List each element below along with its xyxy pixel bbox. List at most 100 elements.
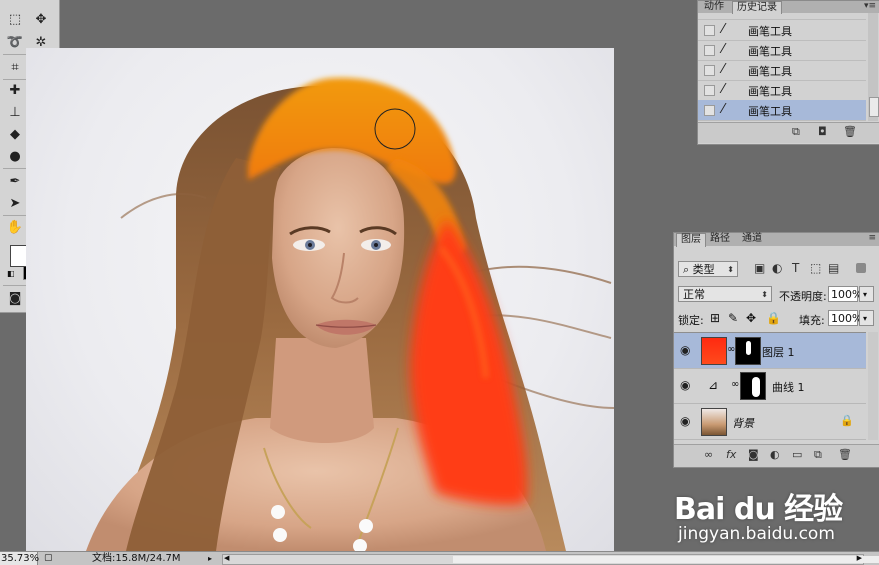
fill-chevron-down-icon[interactable]: ▾ xyxy=(859,310,874,326)
brush-icon: ⁄ xyxy=(722,22,725,37)
search-icon: ⌕ xyxy=(683,263,693,276)
lock-pixels-icon[interactable]: ✎ xyxy=(728,311,738,325)
pixel-filter-icon[interactable]: ▣ xyxy=(754,261,765,275)
add-mask-icon[interactable]: ◙ xyxy=(748,448,759,461)
brush-icon: ⁄ xyxy=(722,102,725,117)
pen-tool-icon[interactable]: ✒ xyxy=(4,172,26,191)
history-row-selected[interactable]: ⁄ 画笔工具 xyxy=(698,100,866,121)
filter-toggle[interactable] xyxy=(856,263,866,273)
new-layer-icon[interactable]: ⧉ xyxy=(814,448,822,462)
hand-tool-icon[interactable]: ✋ xyxy=(4,218,26,237)
trash-icon[interactable]: 🗑 xyxy=(843,125,857,138)
horizontal-scroll-thumb[interactable] xyxy=(453,556,879,563)
scroll-right-arrow-icon[interactable]: ▶ xyxy=(857,554,862,562)
history-scroll-thumb[interactable] xyxy=(869,97,879,117)
eye-icon[interactable]: ◉ xyxy=(680,414,690,428)
adjustment-filter-icon[interactable]: ◐ xyxy=(772,261,782,275)
fx-icon[interactable]: fx xyxy=(726,448,736,461)
lock-label: 锁定: xyxy=(678,314,704,327)
snapshot-icon[interactable]: ◘ xyxy=(818,125,827,138)
history-row[interactable]: ⁄ 画笔工具 xyxy=(698,20,866,41)
fill-field[interactable]: 100% xyxy=(828,310,862,326)
document-canvas[interactable] xyxy=(26,48,614,551)
lock-position-icon[interactable]: ✥ xyxy=(746,311,756,325)
link-icon[interactable]: ∞ xyxy=(731,379,739,390)
trash-icon[interactable]: 🗑 xyxy=(838,448,852,461)
quick-mask-icon[interactable]: ◙ xyxy=(4,289,26,308)
blur-tool-icon[interactable]: ● xyxy=(4,147,26,166)
blend-mode-dropdown[interactable]: 正常 ⬍ xyxy=(678,286,772,302)
new-document-from-state-icon[interactable]: ⧉ xyxy=(792,125,800,139)
chevron-down-icon: ⬍ xyxy=(761,290,768,299)
layer-row-layer-1[interactable]: ◉ ∞ 图层 1 xyxy=(674,332,866,369)
crop-tool-icon[interactable]: ⌗ xyxy=(4,58,26,77)
status-menu-arrow-icon[interactable]: ▸ xyxy=(208,552,212,565)
status-bar: 35.73% ▢ 文档:15.8M/24.7M ▸ ◀ ▶ xyxy=(0,551,879,565)
panel-menu-icon[interactable]: ≡ xyxy=(868,233,876,243)
zoom-level-field[interactable]: 35.73% xyxy=(0,552,39,565)
history-row[interactable]: ⁄ 画笔工具 xyxy=(698,80,866,101)
layer-mask-thumbnail[interactable] xyxy=(740,372,766,400)
shape-filter-icon[interactable]: ⬚ xyxy=(810,261,821,275)
history-label: 画笔工具 xyxy=(748,25,792,38)
scroll-left-arrow-icon[interactable]: ◀ xyxy=(224,554,229,562)
layer-name: 图层 1 xyxy=(762,346,795,359)
history-source-checkbox[interactable] xyxy=(704,65,715,76)
opacity-chevron-down-icon[interactable]: ▾ xyxy=(859,286,874,302)
layer-filter-label: 类型 xyxy=(692,263,715,276)
tab-channels[interactable]: 通道 xyxy=(738,233,766,245)
blend-mode-value: 正常 xyxy=(683,288,705,301)
eraser-tool-icon[interactable]: ◆ xyxy=(4,125,26,144)
layer-mask-thumbnail[interactable] xyxy=(735,337,761,365)
lock-transparent-icon[interactable]: ⊞ xyxy=(710,311,720,325)
tab-actions[interactable]: 动作 xyxy=(700,1,728,13)
layer-thumbnail xyxy=(701,337,727,365)
lasso-tool-icon[interactable]: ➰ xyxy=(4,33,26,52)
history-label: 画笔工具 xyxy=(748,105,792,118)
history-source-checkbox[interactable] xyxy=(704,45,715,56)
history-panel-tabs: 动作 历史记录 ▾≡ xyxy=(698,1,879,14)
adjustment-layer-icon[interactable]: ◐ xyxy=(770,448,780,461)
group-folder-icon[interactable]: ▭ xyxy=(792,448,802,461)
panel-menu-icon[interactable]: ▾≡ xyxy=(864,1,876,11)
history-row[interactable]: ⁄ 画笔工具 xyxy=(698,40,866,61)
history-source-checkbox[interactable] xyxy=(704,105,715,116)
layers-scrollbar[interactable] xyxy=(868,332,878,440)
smart-object-filter-icon[interactable]: ▤ xyxy=(828,261,839,275)
link-layers-icon[interactable]: ∞ xyxy=(704,448,713,461)
marquee-tool-icon[interactable]: ⬚ xyxy=(4,10,26,29)
history-row[interactable]: ⁄ 画笔工具 xyxy=(698,60,866,81)
chevron-down-icon: ⬍ xyxy=(727,265,734,274)
history-source-checkbox[interactable] xyxy=(704,25,715,36)
history-scrollbar[interactable] xyxy=(868,13,879,121)
layer-filter-dropdown[interactable]: ⌕ 类型 ⬍ xyxy=(678,261,738,277)
history-panel: 动作 历史记录 ▾≡ ⁄ 画笔工具 ⁄ 画笔工具 ⁄ 画笔工具 ⁄ 画笔工具 ⁄… xyxy=(697,0,879,145)
layer-name: 曲线 1 xyxy=(772,381,805,394)
layers-panel-tabs: 图层 路径 通道 ≡ xyxy=(674,233,879,247)
lock-all-icon[interactable]: 🔒 xyxy=(766,311,781,325)
baidu-jingyan-watermark: Bai du 经验 jingyan.baidu.com xyxy=(672,470,879,550)
eye-icon[interactable]: ◉ xyxy=(680,378,690,392)
path-select-tool-icon[interactable]: ➤ xyxy=(4,194,26,213)
history-source-checkbox[interactable] xyxy=(704,85,715,96)
layer-row-curves-1[interactable]: ◉ ⊿ ∞ 曲线 1 xyxy=(674,368,866,404)
brush-icon: ⁄ xyxy=(722,42,725,57)
type-filter-icon[interactable]: T xyxy=(792,261,799,275)
opacity-field[interactable]: 100% xyxy=(828,286,862,302)
layer-row-background[interactable]: ◉ 背景 🔒 xyxy=(674,404,866,440)
default-colors-icon[interactable]: ◧ xyxy=(7,269,15,278)
layers-panel-footer: ∞ fx ◙ ◐ ▭ ⧉ 🗑 xyxy=(674,444,879,467)
watermark-url: jingyan.baidu.com xyxy=(678,524,835,544)
stamp-tool-icon[interactable]: ⊥ xyxy=(4,103,26,122)
tab-layers[interactable]: 图层 xyxy=(676,233,706,247)
curves-adjustment-icon: ⊿ xyxy=(708,378,719,392)
document-size-info: 文档:15.8M/24.7M xyxy=(92,553,181,564)
document-icon: ▢ xyxy=(44,553,53,563)
healing-brush-tool-icon[interactable]: ✚ xyxy=(4,81,26,100)
fill-label: 填充: xyxy=(799,314,825,327)
tab-paths[interactable]: 路径 xyxy=(706,233,734,245)
eye-icon[interactable]: ◉ xyxy=(680,343,690,357)
portrait-image xyxy=(86,77,614,551)
move-tool-icon[interactable]: ✥ xyxy=(30,10,52,29)
horizontal-scrollbar[interactable]: ◀ ▶ xyxy=(222,554,879,565)
